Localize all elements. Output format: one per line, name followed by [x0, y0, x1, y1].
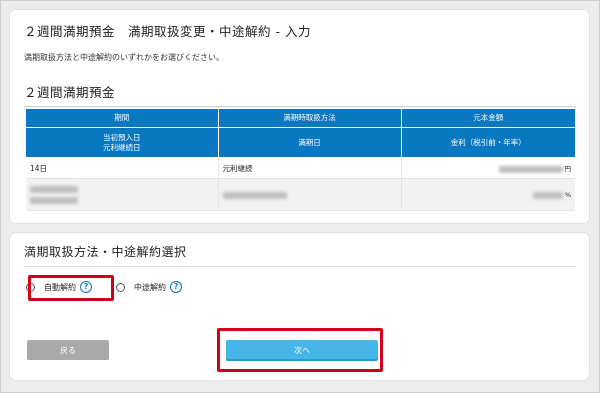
maturity-date-value: [218, 178, 402, 211]
back-button[interactable]: 戻る: [27, 340, 109, 360]
question-circle-icon[interactable]: ?: [170, 281, 182, 293]
option-label: 中途解約: [134, 282, 166, 292]
header-interest-rate: 金利（税引前・年率）: [401, 127, 575, 158]
header-maturity-method: 満期時取扱方法: [218, 109, 402, 128]
interest-rate-value: %: [401, 178, 575, 211]
header-principal: 元本金額: [401, 109, 575, 128]
page-title: ２週間満期預金 満期取扱変更・中途解約 - 入力: [24, 24, 311, 39]
instruction-text: 満期取扱方法と中途解約のいずれかをお選びください。: [24, 53, 224, 62]
selection-card: 満期取扱方法・中途解約選択 自動解約 ? 中途解約 ? 戻る 次へ: [10, 233, 589, 380]
header-period: 期間: [26, 109, 219, 128]
table-header-row: 当初預入日 元利継続日 満期日 金利（税引前・年率）: [26, 127, 575, 158]
yen-unit: 円: [564, 165, 572, 173]
period-value: 14日: [26, 157, 219, 179]
maturity-method-value: 元利継続: [218, 157, 402, 179]
deposit-table: 期間 満期時取扱方法 元本金額 当初預入日 元利継続日 満期日 金利（税引前・年…: [26, 109, 575, 211]
principal-value: 円: [401, 157, 575, 179]
redacted-amount: [498, 165, 563, 173]
radio-early-cancel[interactable]: [116, 282, 125, 292]
table-header-row: 期間 満期時取扱方法 元本金額: [26, 109, 575, 128]
percent-unit: %: [564, 191, 571, 199]
header-maturity-date: 満期日: [218, 127, 402, 158]
heading-divider: [24, 106, 576, 107]
header-deposit-date: 当初預入日 元利継続日: [26, 127, 219, 158]
next-button[interactable]: 次へ: [226, 340, 378, 361]
highlight-box: [28, 275, 114, 301]
redacted-rate: [532, 191, 563, 199]
selection-divider: [24, 266, 576, 267]
redacted-date: [30, 196, 78, 204]
selection-heading: 満期取扱方法・中途解約選択: [24, 245, 187, 259]
deposit-heading: ２週間満期預金: [24, 85, 116, 100]
redacted-date: [222, 191, 287, 199]
option-early-cancel[interactable]: 中途解約 ?: [116, 277, 182, 297]
redacted-date: [30, 185, 78, 193]
deposit-date-value: [26, 178, 219, 211]
table-row: %: [26, 178, 575, 211]
deposit-info-card: ２週間満期預金 満期取扱変更・中途解約 - 入力 満期取扱方法と中途解約のいずれ…: [10, 10, 589, 223]
table-row: 14日 元利継続 円: [26, 157, 575, 179]
